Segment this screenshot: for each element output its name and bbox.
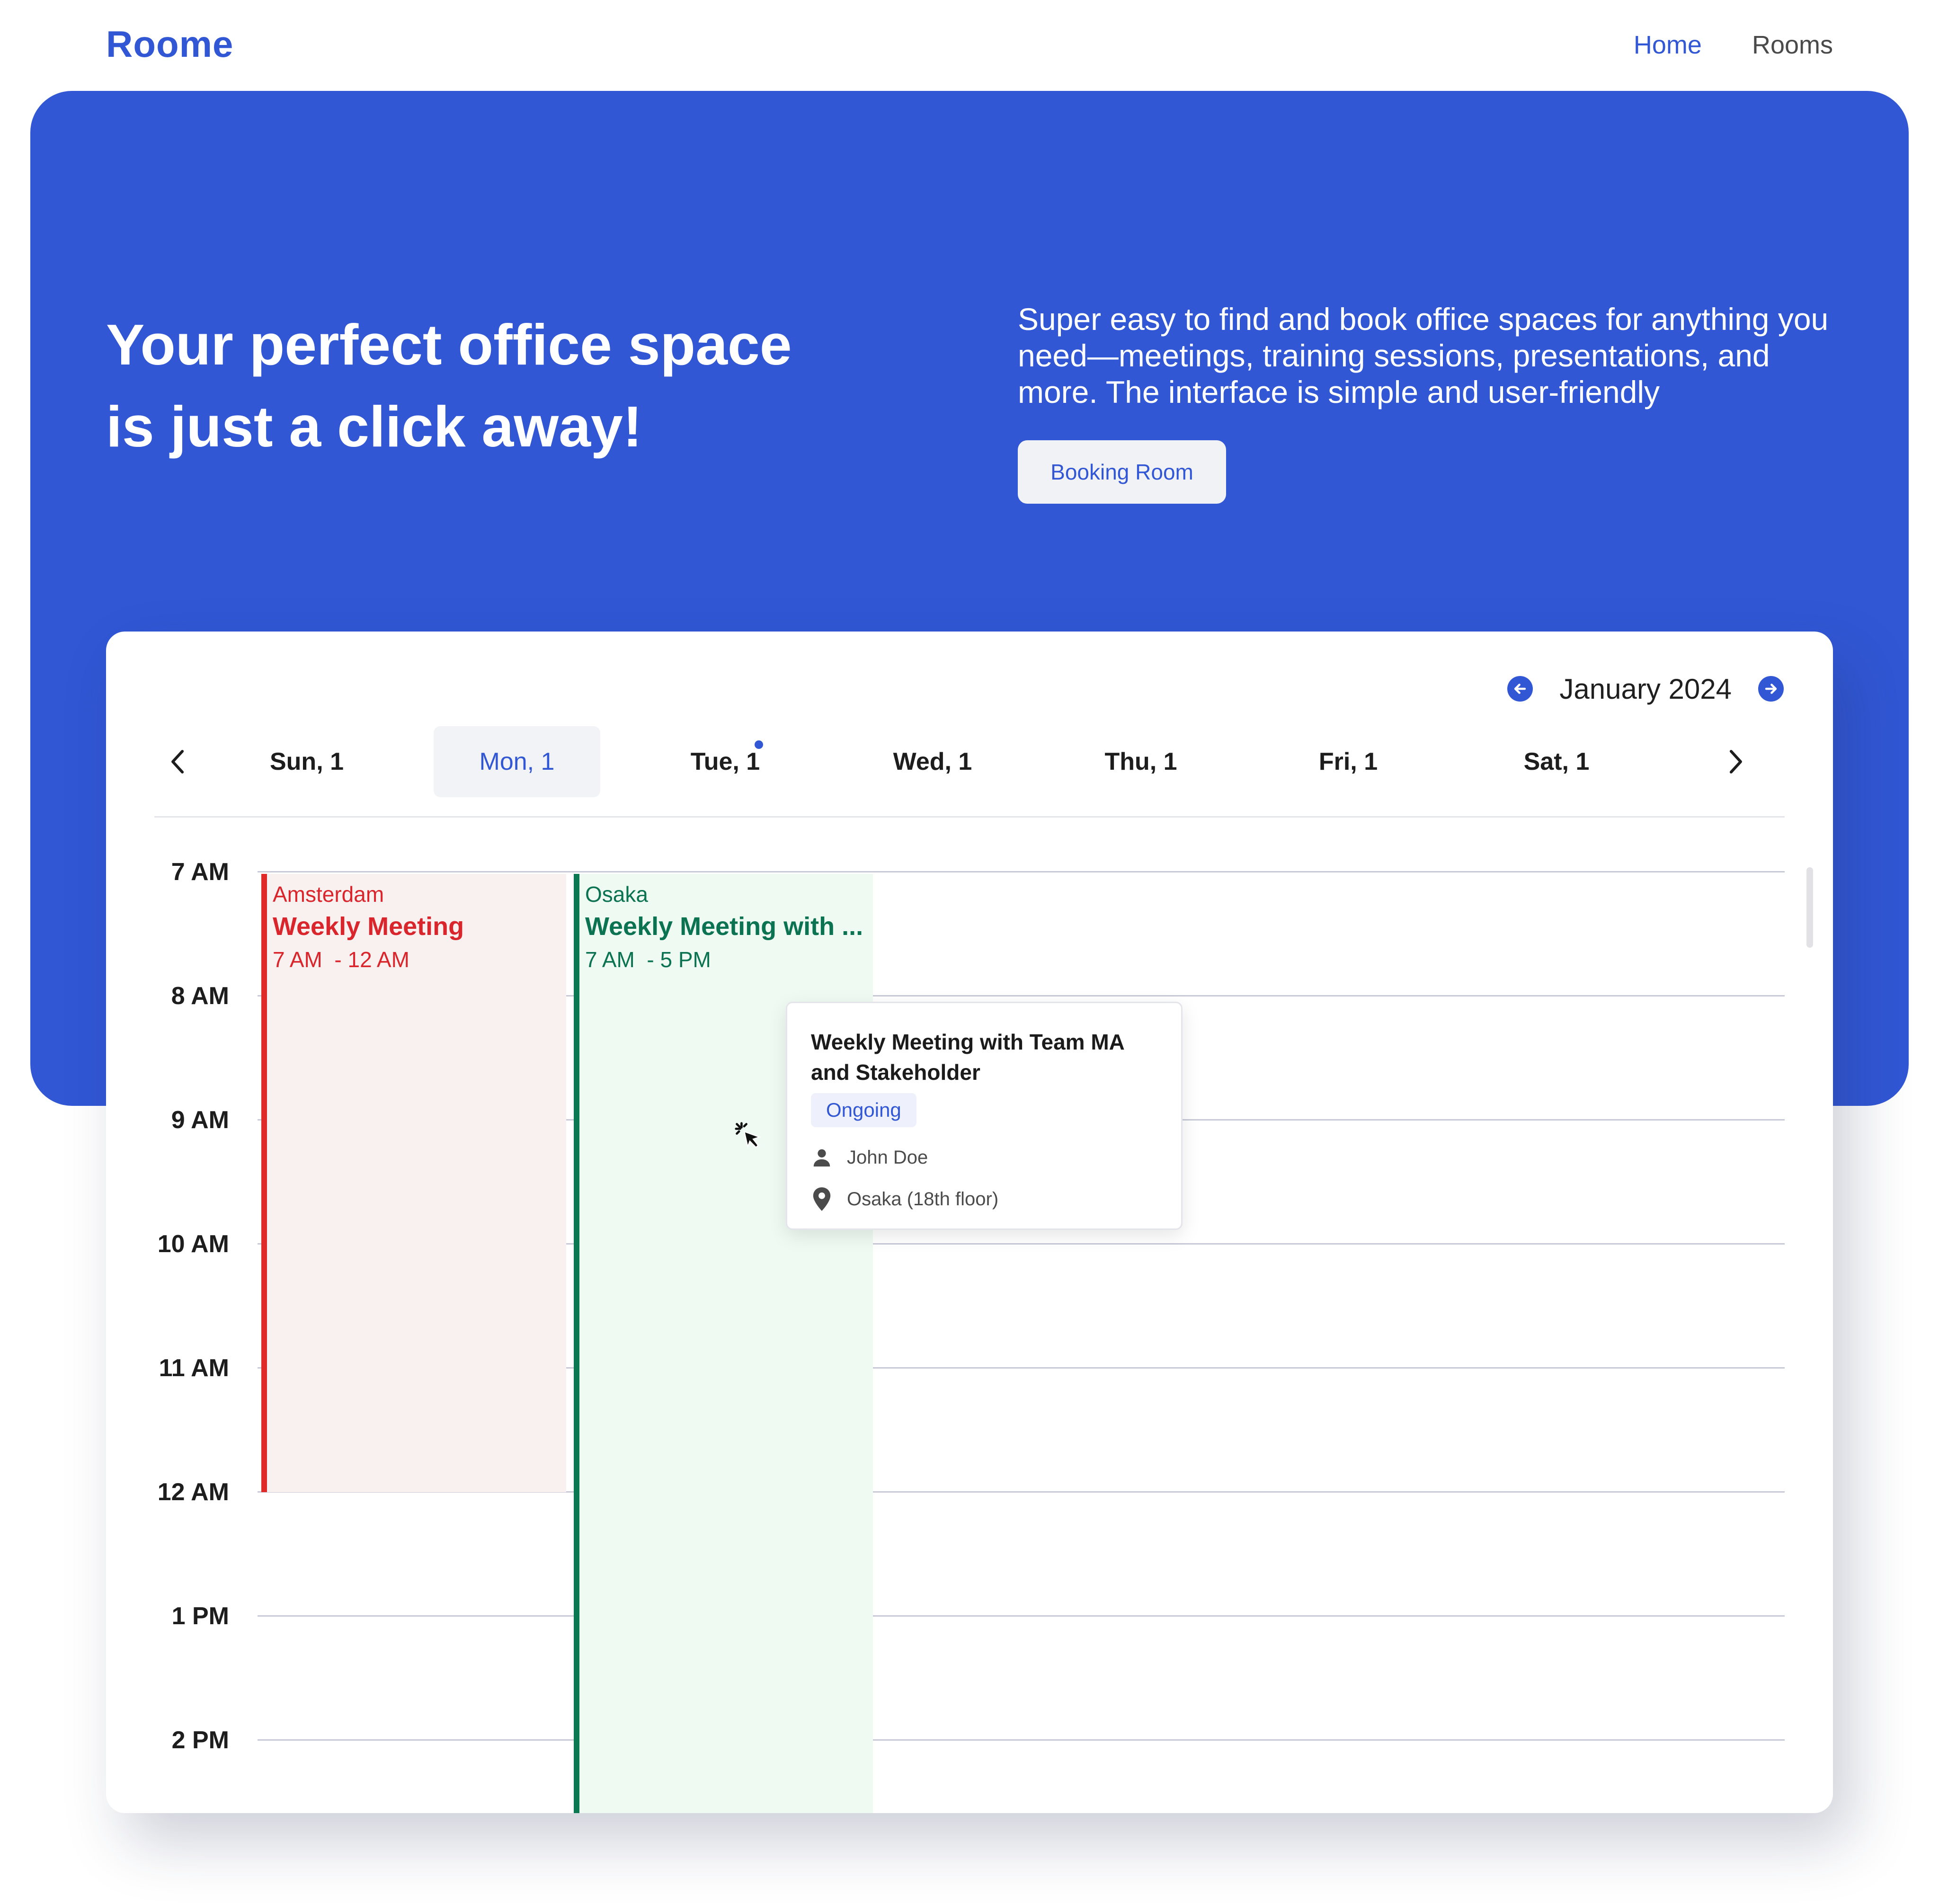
hour-label: 1 PM xyxy=(171,1602,229,1630)
popover-location: Osaka (18th floor) xyxy=(847,1188,999,1210)
calendar-card: January 2024 Sun, 1 Mon, 1 Tue, 1 Wed, 1… xyxy=(106,632,1833,1813)
hour-label: 10 AM xyxy=(157,1230,229,1258)
booking-room-button[interactable]: Booking Room xyxy=(1018,440,1226,504)
popover-title: Weekly Meeting with Team MA and Stakehol… xyxy=(811,1030,1124,1085)
event-title: Weekly Meeting xyxy=(273,912,464,941)
status-badge: Ongoing xyxy=(811,1093,916,1127)
day-label: Wed, 1 xyxy=(893,748,972,775)
page: Roome Home Rooms Your perfect office spa… xyxy=(0,0,1939,1904)
day-label: Sat, 1 xyxy=(1523,748,1590,775)
event-color-bar xyxy=(261,874,267,1492)
hero-description: Super easy to find and book office space… xyxy=(1018,302,1829,409)
day-label: Fri, 1 xyxy=(1318,748,1378,775)
person-icon xyxy=(813,1149,830,1167)
week-day-selector: Sun, 1 Mon, 1 Tue, 1 Wed, 1 Thu, 1 Fri, … xyxy=(154,726,1785,804)
day-tab-tue[interactable]: Tue, 1 xyxy=(642,726,809,797)
event-indicator-dot xyxy=(755,740,763,749)
hour-line xyxy=(258,1739,1785,1741)
day-tab-sun[interactable]: Sun, 1 xyxy=(223,726,390,797)
day-tab-mon[interactable]: Mon, 1 xyxy=(434,726,600,797)
time-grid-scrollbar[interactable] xyxy=(1806,867,1813,948)
hour-line xyxy=(258,1615,1785,1617)
day-label: Tue, 1 xyxy=(690,748,760,775)
day-header-divider xyxy=(154,816,1785,818)
event-time: 7 AM - 5 PM xyxy=(585,947,711,972)
event-color-bar xyxy=(574,874,579,1813)
hour-label: 11 AM xyxy=(159,1354,229,1382)
popover-location-row: Osaka (18th floor) xyxy=(811,1185,998,1213)
event-time: 7 AM - 12 AM xyxy=(273,947,409,972)
event-location: Amsterdam xyxy=(273,882,384,907)
popover-organizer-row: John Doe xyxy=(811,1143,928,1172)
day-label: Mon, 1 xyxy=(479,748,555,775)
prev-month-icon[interactable] xyxy=(1507,676,1533,702)
day-tab-sat[interactable]: Sat, 1 xyxy=(1473,726,1640,797)
popover-organizer: John Doe xyxy=(847,1147,928,1168)
day-label: Thu, 1 xyxy=(1104,748,1177,775)
next-week-chevron-icon[interactable] xyxy=(1712,726,1759,797)
nav-home-link[interactable]: Home xyxy=(1634,30,1702,60)
map-pin-icon xyxy=(813,1187,831,1211)
top-nav: Home Rooms xyxy=(1634,30,1833,60)
hour-label: 7 AM xyxy=(171,858,229,886)
month-label: January 2024 xyxy=(1559,673,1732,705)
day-tab-thu[interactable]: Thu, 1 xyxy=(1058,726,1224,797)
day-label: Sun, 1 xyxy=(269,748,344,775)
day-tab-wed[interactable]: Wed, 1 xyxy=(849,726,1016,797)
day-tab-fri[interactable]: Fri, 1 xyxy=(1265,726,1432,797)
brand-logo[interactable]: Roome xyxy=(106,23,233,66)
next-month-icon[interactable] xyxy=(1758,676,1784,702)
nav-rooms-link[interactable]: Rooms xyxy=(1752,30,1833,60)
hour-line xyxy=(258,871,1785,872)
event-location: Osaka xyxy=(585,882,648,907)
event-amsterdam-weekly-meeting[interactable]: Amsterdam Weekly Meeting 7 AM - 12 AM xyxy=(261,874,566,1492)
month-navigator: January 2024 xyxy=(1507,671,1784,706)
hour-label: 8 AM xyxy=(171,982,229,1010)
click-cursor-icon xyxy=(735,1122,761,1149)
hour-label: 12 AM xyxy=(157,1478,229,1506)
prev-week-chevron-icon[interactable] xyxy=(154,726,202,797)
hero-title: Your perfect office space is just a clic… xyxy=(106,312,792,459)
hour-label: 9 AM xyxy=(171,1106,229,1134)
hour-label: 2 PM xyxy=(171,1726,229,1754)
event-details-popover: Weekly Meeting with Team MA and Stakehol… xyxy=(786,1002,1183,1230)
event-title: Weekly Meeting with ... xyxy=(585,912,863,941)
